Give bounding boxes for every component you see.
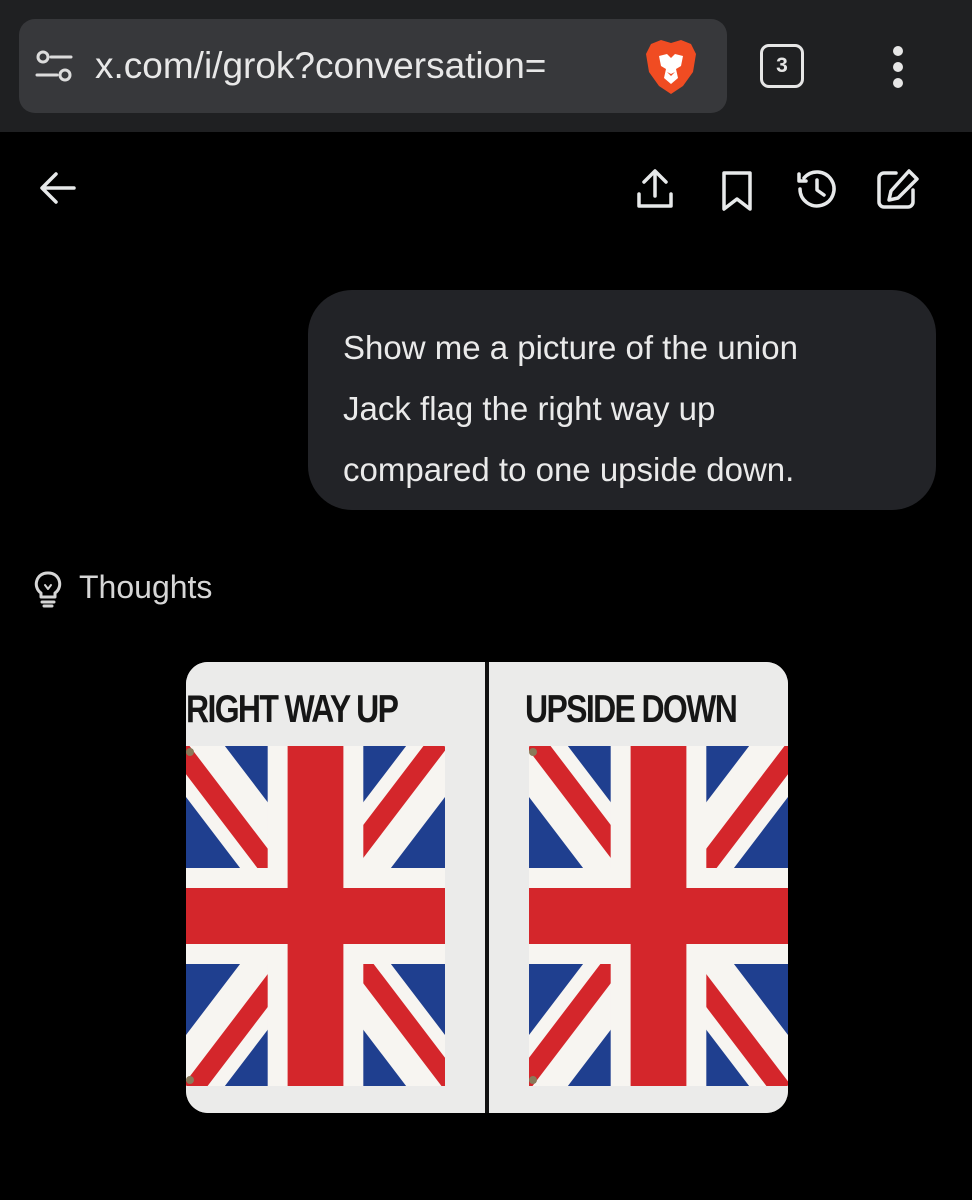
address-bar[interactable]: x.com/i/grok?conversation= [19,19,727,113]
tab-switcher-button[interactable]: 3 [760,44,804,88]
image-panel-right-way-up: RIGHT WAY UP [186,662,485,1113]
message-line: Jack flag the right way up [343,390,716,427]
union-jack-flag [186,746,445,1086]
vertical-dots-icon[interactable] [884,44,912,90]
brave-lion-icon[interactable] [643,38,699,96]
image-panel-upside-down: UPSIDE DOWN [489,662,788,1113]
history-icon[interactable] [796,168,838,210]
union-jack-flag [529,746,788,1086]
arrow-left-icon[interactable] [38,170,78,206]
edit-icon[interactable] [876,168,920,210]
browser-toolbar: x.com/i/grok?conversation= 3 [0,0,972,132]
message-line: compared to one upside down. [343,451,795,488]
message-line: Show me a picture of the union [343,329,798,366]
share-icon[interactable] [636,168,674,210]
user-message-bubble: Show me a picture of the union Jack flag… [308,290,936,510]
panel-title: RIGHT WAY UP [186,688,399,731]
url-text[interactable]: x.com/i/grok?conversation= [95,41,643,91]
bookmark-icon[interactable] [720,170,754,212]
tune-icon[interactable] [35,49,73,83]
generated-image[interactable]: RIGHT WAY UP UPSIDE DOWN [186,662,788,1113]
thoughts-label: Thoughts [79,569,213,605]
panel-title: UPSIDE DOWN [525,688,738,731]
lightbulb-icon [34,571,62,608]
